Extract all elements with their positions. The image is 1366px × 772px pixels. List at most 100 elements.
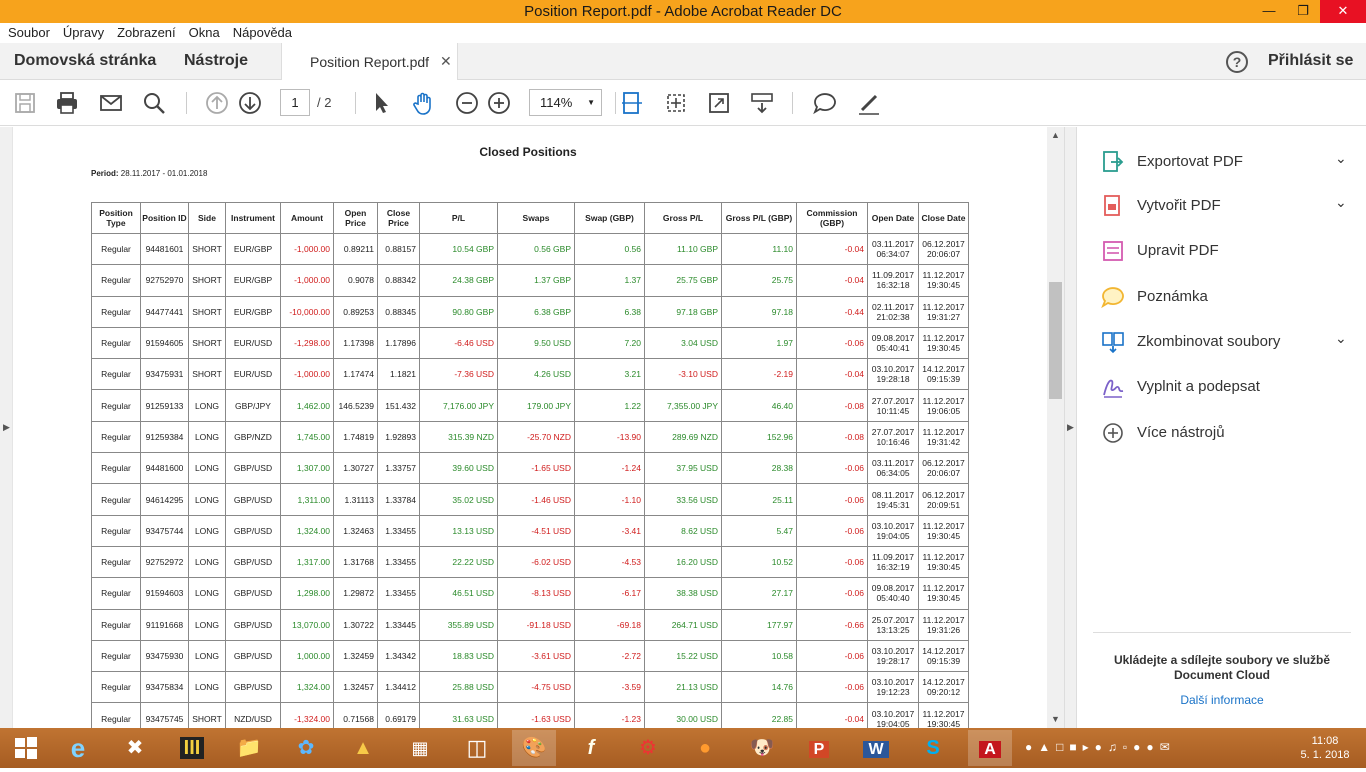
chevron-down-icon[interactable]: ⌄ (1335, 194, 1347, 211)
calculator-icon[interactable]: ▦ (398, 730, 442, 766)
clock[interactable]: 11:08 5. 1. 2018 (1295, 734, 1355, 762)
tab-home[interactable]: Domovská stránka (14, 52, 156, 70)
cell-comm: -0.06 (796, 671, 868, 704)
chevron-down-icon[interactable]: ⌄ (1335, 330, 1347, 347)
taskbar-app-f-icon[interactable]: f (569, 730, 613, 766)
cell-amount: 1,298.00 (280, 577, 334, 610)
full-screen-icon[interactable] (706, 90, 732, 116)
next-page-icon[interactable] (237, 90, 263, 116)
start-windows-icon[interactable] (4, 730, 48, 766)
time-value: 20:09:51 (926, 499, 961, 510)
comment-tool-icon[interactable] (812, 90, 838, 116)
left-panel-toggle[interactable]: ▶ (0, 127, 12, 728)
document-icon[interactable]: ◫ (455, 730, 499, 766)
cell-swaps: 4.26 USD (497, 358, 575, 391)
search-icon[interactable] (141, 90, 167, 116)
tab-tools[interactable]: Nástroje (184, 52, 248, 70)
tool-fill-sign[interactable]: Vyplnit a podepsat (1101, 373, 1351, 403)
minimize-button[interactable]: — (1252, 0, 1286, 23)
zoom-out-icon[interactable] (454, 90, 480, 116)
system-tray[interactable]: ●▲□■▸●♫▫●●✉ (1025, 740, 1176, 754)
scroll-mode-icon[interactable] (749, 90, 775, 116)
close-window-button[interactable]: ✕ (1320, 0, 1366, 23)
tool-export-pdf[interactable]: Exportovat PDF ⌄ (1101, 148, 1351, 178)
email-icon[interactable] (98, 90, 124, 116)
tool-label: Exportovat PDF (1137, 153, 1243, 170)
cell-swap-gbp: -4.53 (574, 545, 645, 579)
zoom-select[interactable]: 114% ▼ (529, 89, 602, 116)
cell-type: Regular (91, 577, 141, 610)
skype-icon[interactable]: S (911, 730, 955, 766)
help-icon[interactable]: ? (1226, 51, 1248, 73)
gimp-icon[interactable]: 🐶 (740, 730, 784, 766)
cell-open-date: 09.08.2017 05:40:41 (867, 326, 919, 360)
powerpoint-icon[interactable]: P (797, 730, 841, 766)
firefox-icon[interactable]: ● (683, 730, 727, 766)
taskbar-app-gear-icon[interactable]: ⚙ (626, 730, 670, 766)
scroll-down-icon[interactable]: ▼ (1051, 714, 1060, 724)
menu-window[interactable]: Okna (181, 23, 225, 42)
cell-close: 1.33455 (377, 514, 420, 547)
more-info-link[interactable]: Další informace (1097, 693, 1347, 707)
cell-pl: 39.60 USD (419, 452, 498, 485)
paint-icon[interactable]: 🎨 (512, 730, 556, 766)
cell-amount: 1,317.00 (280, 545, 334, 579)
save-icon[interactable] (12, 90, 38, 116)
page-number-input[interactable]: 1 (280, 89, 310, 116)
menu-file[interactable]: Soubor (0, 23, 55, 42)
hand-tool-icon[interactable] (411, 90, 437, 116)
internet-explorer-icon[interactable]: e (56, 730, 100, 766)
cell-gross: 11.10 GBP (644, 232, 722, 266)
cell-pl: 10.54 GBP (419, 232, 498, 266)
tool-comment[interactable]: Poznámka (1101, 283, 1351, 313)
select-cursor-icon[interactable] (369, 90, 395, 116)
taskbar-app-bars-icon[interactable]: III (170, 730, 214, 766)
date-value: 14.12.2017 (922, 677, 965, 688)
zoom-in-icon[interactable] (486, 90, 512, 116)
cell-type: Regular (91, 232, 141, 266)
rotate-icon[interactable] (663, 90, 689, 116)
tool-more-tools[interactable]: Více nástrojů (1101, 419, 1351, 449)
tool-create-pdf[interactable]: Vytvořit PDF ⌄ (1101, 192, 1351, 222)
cell-instrument: GBP/USD (225, 608, 281, 641)
tab-document[interactable]: Position Report.pdf ✕ (281, 43, 458, 80)
chevron-down-icon[interactable]: ⌄ (1335, 150, 1347, 167)
cell-side: LONG (188, 452, 226, 485)
maximize-button[interactable]: ❐ (1286, 0, 1320, 23)
sign-in-link[interactable]: Přihlásit se (1268, 52, 1353, 70)
cell-type: Regular (91, 702, 141, 728)
menu-help[interactable]: Nápověda (225, 23, 297, 42)
date-value: 27.07.2017 (871, 395, 915, 406)
cell-swap-gbp: 6.38 (574, 295, 645, 328)
tool-edit-pdf[interactable]: Upravit PDF (1101, 237, 1351, 267)
print-icon[interactable] (54, 90, 80, 116)
previous-page-icon[interactable] (204, 90, 230, 116)
menu-edit[interactable]: Úpravy (55, 23, 109, 42)
taskbar-app-bird-icon[interactable]: ✿ (284, 730, 328, 766)
scroll-up-icon[interactable]: ▲ (1051, 130, 1060, 140)
cell-instrument: EUR/GBP (225, 295, 281, 328)
tool-combine-files[interactable]: Zkombinovat soubory ⌄ (1101, 328, 1351, 358)
file-explorer-icon[interactable]: 📁 (227, 730, 271, 766)
date-value: 09.08.2017 (871, 333, 915, 344)
taskbar-app-x-icon[interactable]: ✖ (113, 730, 157, 766)
taskbar-app-helmet-icon[interactable]: ▲ (341, 730, 385, 766)
column-header: Commission (GBP) (796, 202, 868, 234)
time-value: 06:34:05 (876, 468, 910, 479)
acrobat-reader-icon[interactable]: A (968, 730, 1012, 766)
table-row: Regular 91259133 LONG GBP/JPY 1,462.00 146.52… (91, 389, 969, 422)
date-value: 11.12.2017 (922, 301, 965, 312)
cell-close: 1.33455 (377, 577, 420, 610)
right-panel-toggle[interactable]: ▶ (1064, 127, 1076, 728)
fit-page-icon[interactable] (619, 90, 645, 116)
date-value: 03.11.2017 (872, 239, 914, 250)
word-icon[interactable]: W (854, 730, 898, 766)
scrollbar-thumb[interactable] (1049, 282, 1062, 399)
menu-view[interactable]: Zobrazení (109, 23, 181, 42)
cell-swap-gbp: -1.10 (574, 483, 645, 516)
column-header: P/L (419, 202, 498, 234)
close-tab-icon[interactable]: ✕ (440, 53, 452, 70)
cell-pl: -7.36 USD (419, 358, 498, 391)
vertical-scrollbar[interactable]: ▲ ▼ (1047, 127, 1064, 728)
highlight-pen-icon[interactable] (856, 90, 882, 116)
